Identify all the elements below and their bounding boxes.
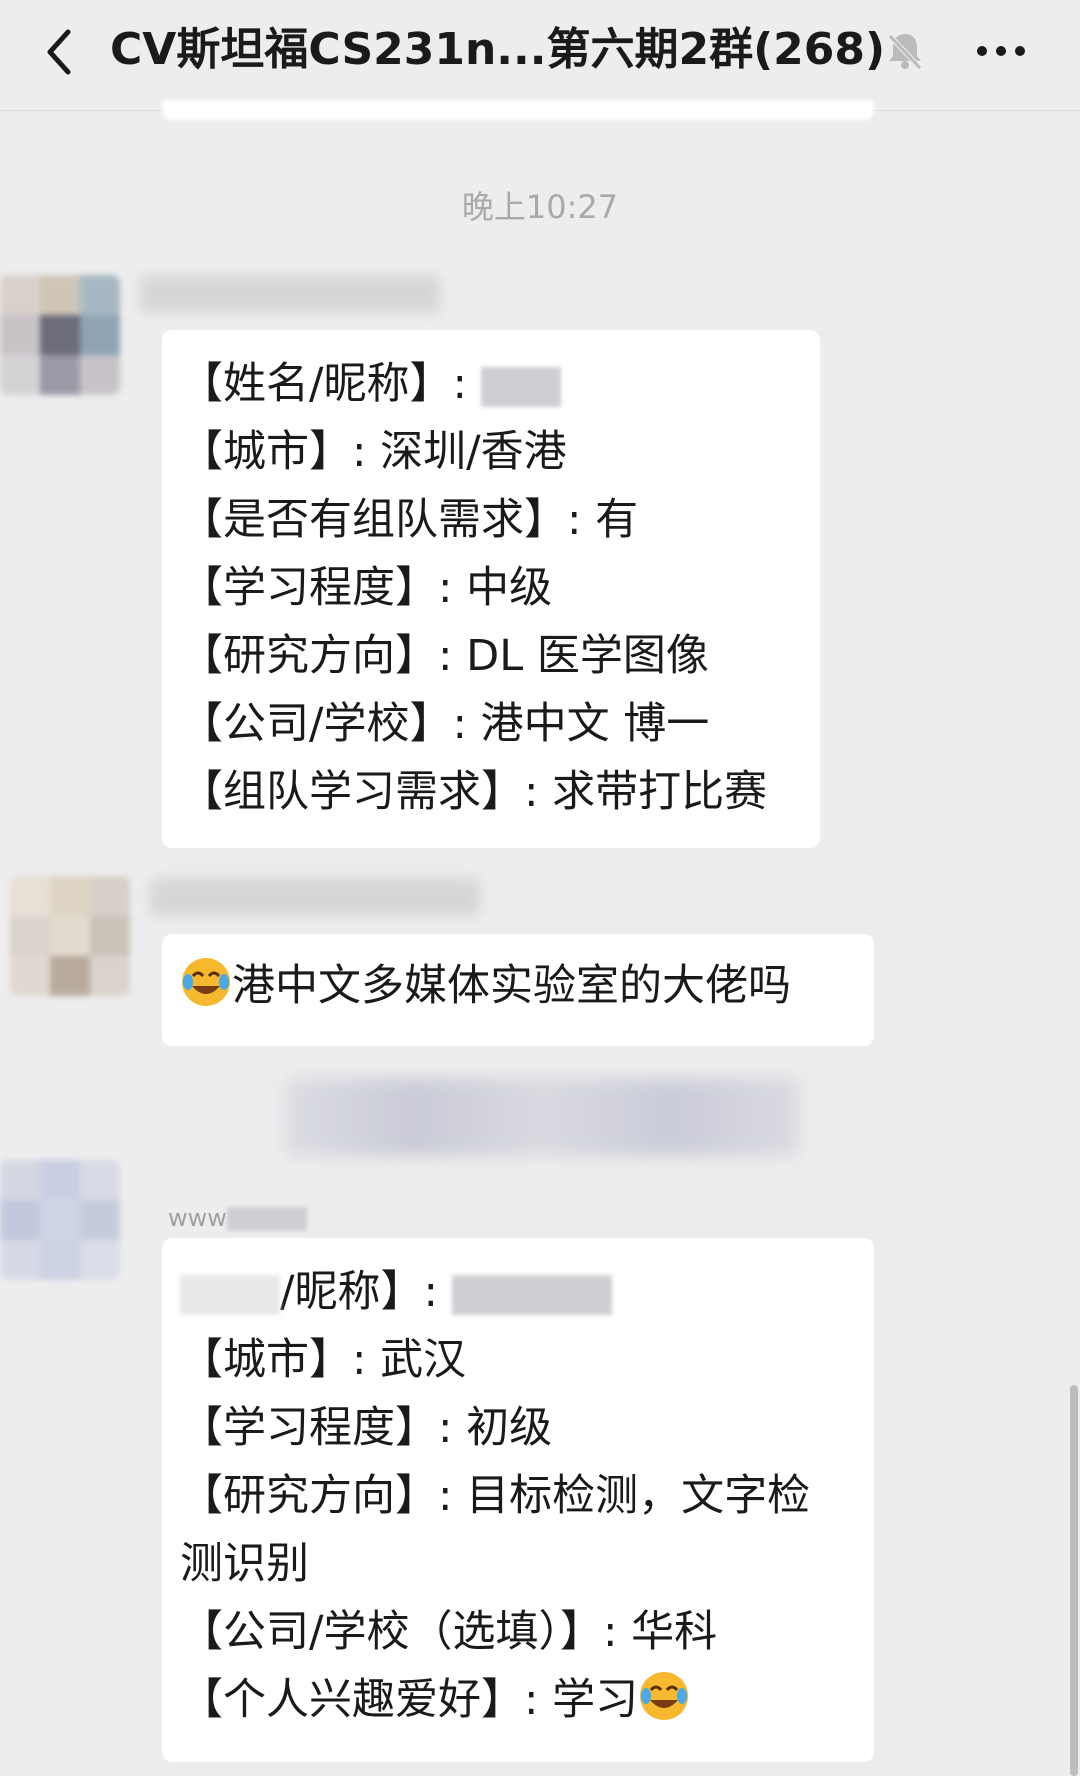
message-line: 【学习程度】: 中级 <box>180 563 553 613</box>
message-line: /昵称】: <box>180 1258 856 1326</box>
message-line: 【个人兴趣爱好】: 学习 <box>180 1666 856 1734</box>
message-bubble[interactable]: 港中文多媒体实验室的大佬吗 <box>162 934 874 1046</box>
blurred-content <box>285 1078 800 1156</box>
message-line: 【公司/学校】: 港中文 博一 <box>180 699 710 749</box>
back-button[interactable] <box>30 22 90 82</box>
message-line: 【是否有组队需求】: 有 <box>180 495 639 545</box>
previous-message-bubble <box>162 100 874 120</box>
title-bar: CV斯坦福CS231n...第六期2群(268) <box>0 0 1080 111</box>
more-button[interactable] <box>968 24 1034 78</box>
message-line: 【研究方向】: 目标检测，文字检 <box>180 1471 811 1521</box>
redacted-text <box>451 1274 612 1315</box>
message-line: 【研究方向】: DL 医学图像 <box>180 631 709 681</box>
laughing-tears-emoji <box>182 958 230 1006</box>
laughing-tears-emoji <box>640 1672 689 1720</box>
redacted-text <box>180 1274 280 1315</box>
message-line: 测识别 <box>180 1539 309 1589</box>
message-line: 港中文多媒体实验室的大佬吗 <box>180 952 856 1020</box>
chat-title: CV斯坦福CS231n...第六期2群(268) <box>110 24 886 75</box>
avatar[interactable] <box>0 1160 120 1280</box>
message-line: 【姓名/昵称】: <box>180 350 802 418</box>
sender-name <box>150 878 480 916</box>
more-icon <box>977 46 1025 56</box>
sender-name <box>140 275 440 313</box>
message-line: 【公司/学校（选填）】: 华科 <box>180 1607 718 1657</box>
avatar[interactable] <box>0 275 120 395</box>
message-line: 【学习程度】: 初级 <box>180 1403 553 1453</box>
chevron-left-icon <box>47 29 71 75</box>
avatar[interactable] <box>10 876 130 996</box>
scrollbar[interactable] <box>1070 1385 1078 1776</box>
redacted-text <box>226 1207 307 1231</box>
message-line: 【城市】: 武汉 <box>180 1335 467 1385</box>
message-line: 【城市】: 深圳/香港 <box>180 427 567 477</box>
message-bubble[interactable]: /昵称】: 【城市】: 武汉 【学习程度】: 初级 【研究方向】: 目标检测，文… <box>162 1238 874 1762</box>
redacted-text <box>480 366 561 407</box>
bell-muted-icon <box>882 28 928 74</box>
sender-name: www <box>168 1200 307 1236</box>
message-line: 【组队学习需求】: 求带打比赛 <box>180 767 768 817</box>
message-timestamp: 晚上10:27 <box>461 188 619 226</box>
message-bubble[interactable]: 【姓名/昵称】: 【城市】: 深圳/香港 【是否有组队需求】: 有 【学习程度】… <box>162 330 820 848</box>
